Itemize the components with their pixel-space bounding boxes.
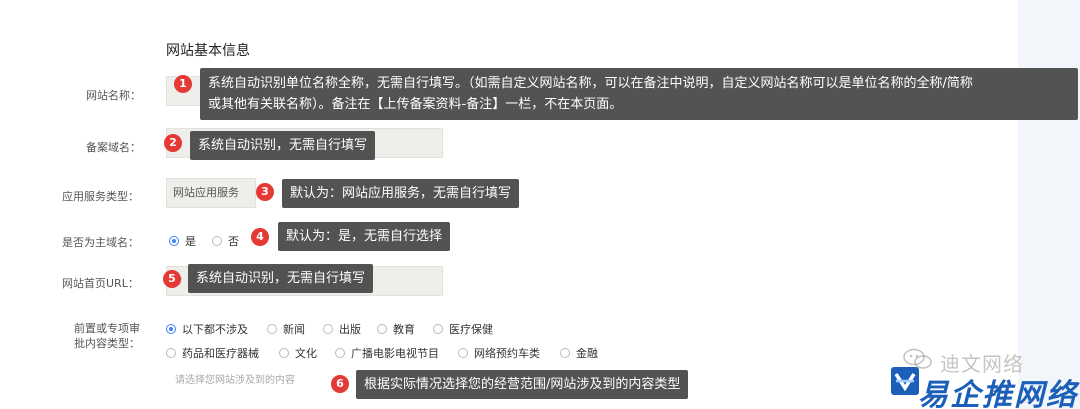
content-option-finance[interactable]: 金融 <box>576 345 598 361</box>
content-option-drugs-radio[interactable] <box>166 348 176 358</box>
homepage-url-label: 网站首页URL： <box>62 277 139 290</box>
content-option-broadcast-radio[interactable] <box>335 348 345 358</box>
service-type-field: 网站应用服务 <box>166 178 256 208</box>
tip-5: 系统自动识别，无需自行填写 <box>188 264 374 293</box>
content-option-none-radio[interactable] <box>166 324 176 334</box>
content-option-healthcare[interactable]: 医疗保健 <box>449 321 493 337</box>
content-type-label-line-1: 前置或专项审 <box>74 322 140 335</box>
primary-domain-no-label[interactable]: 否 <box>228 233 239 249</box>
tip-4: 默认为：是，无需自行选择 <box>278 222 451 251</box>
tip-1-line-1: 系统自动识别单位名称全称，无需自行填写。（如需自定义网站名称，可以在备注中说明，… <box>208 76 973 91</box>
content-option-education-radio[interactable] <box>377 324 387 334</box>
right-side-panel <box>1018 0 1080 409</box>
domain-label: 备案域名： <box>86 141 141 154</box>
content-option-culture-radio[interactable] <box>279 348 289 358</box>
tip-2-badge: 2 <box>164 134 182 152</box>
tip-1-badge: 1 <box>174 75 192 93</box>
content-option-none[interactable]: 以下都不涉及 <box>182 321 248 337</box>
tip-1: 系统自动识别单位名称全称，无需自行填写。（如需自定义网站名称，可以在备注中说明，… <box>200 68 1078 120</box>
content-option-education[interactable]: 教育 <box>393 321 415 337</box>
tip-4-badge: 4 <box>251 228 269 246</box>
content-option-finance-radio[interactable] <box>560 348 570 358</box>
content-option-publishing[interactable]: 出版 <box>339 321 361 337</box>
content-option-ride-hailing-radio[interactable] <box>458 348 468 358</box>
content-option-healthcare-radio[interactable] <box>433 324 443 334</box>
content-option-news-radio[interactable] <box>267 324 277 334</box>
tip-6-badge: 6 <box>331 375 349 393</box>
watermark-text-2: 易企推网络 <box>918 378 1078 409</box>
content-option-broadcast[interactable]: 广播电影电视节目 <box>351 345 439 361</box>
content-option-ride-hailing[interactable]: 网络预约车类 <box>474 345 540 361</box>
content-option-culture[interactable]: 文化 <box>295 345 317 361</box>
watermark-logo-icon <box>891 367 919 395</box>
primary-domain-label: 是否为主域名： <box>62 236 139 249</box>
primary-domain-yes-label[interactable]: 是 <box>185 233 196 249</box>
content-type-label-line-2: 批内容类型： <box>74 337 140 350</box>
tip-3: 默认为：网站应用服务，无需自行填写 <box>282 179 520 208</box>
primary-domain-yes-radio[interactable] <box>169 236 179 246</box>
service-type-label: 应用服务类型： <box>62 190 139 203</box>
section-title: 网站基本信息 <box>166 43 250 59</box>
content-option-drugs[interactable]: 药品和医疗器械 <box>182 345 259 361</box>
content-option-news[interactable]: 新闻 <box>283 321 305 337</box>
content-type-hint: 请选择您网站涉及到的内容 <box>175 375 295 386</box>
tip-3-badge: 3 <box>256 183 274 201</box>
tip-6: 根据实际情况选择您的经营范围/网站涉及到的内容类型 <box>356 370 689 399</box>
tip-5-badge: 5 <box>163 270 181 288</box>
content-option-publishing-radio[interactable] <box>323 324 333 334</box>
primary-domain-no-radio[interactable] <box>212 236 222 246</box>
tip-1-line-2: 或其他有关联名称）。备注在【上传备案资料-备注】一栏，不在本页面。 <box>208 97 623 112</box>
site-name-label: 网站名称： <box>86 89 141 102</box>
tip-2: 系统自动识别，无需自行填写 <box>190 131 376 160</box>
